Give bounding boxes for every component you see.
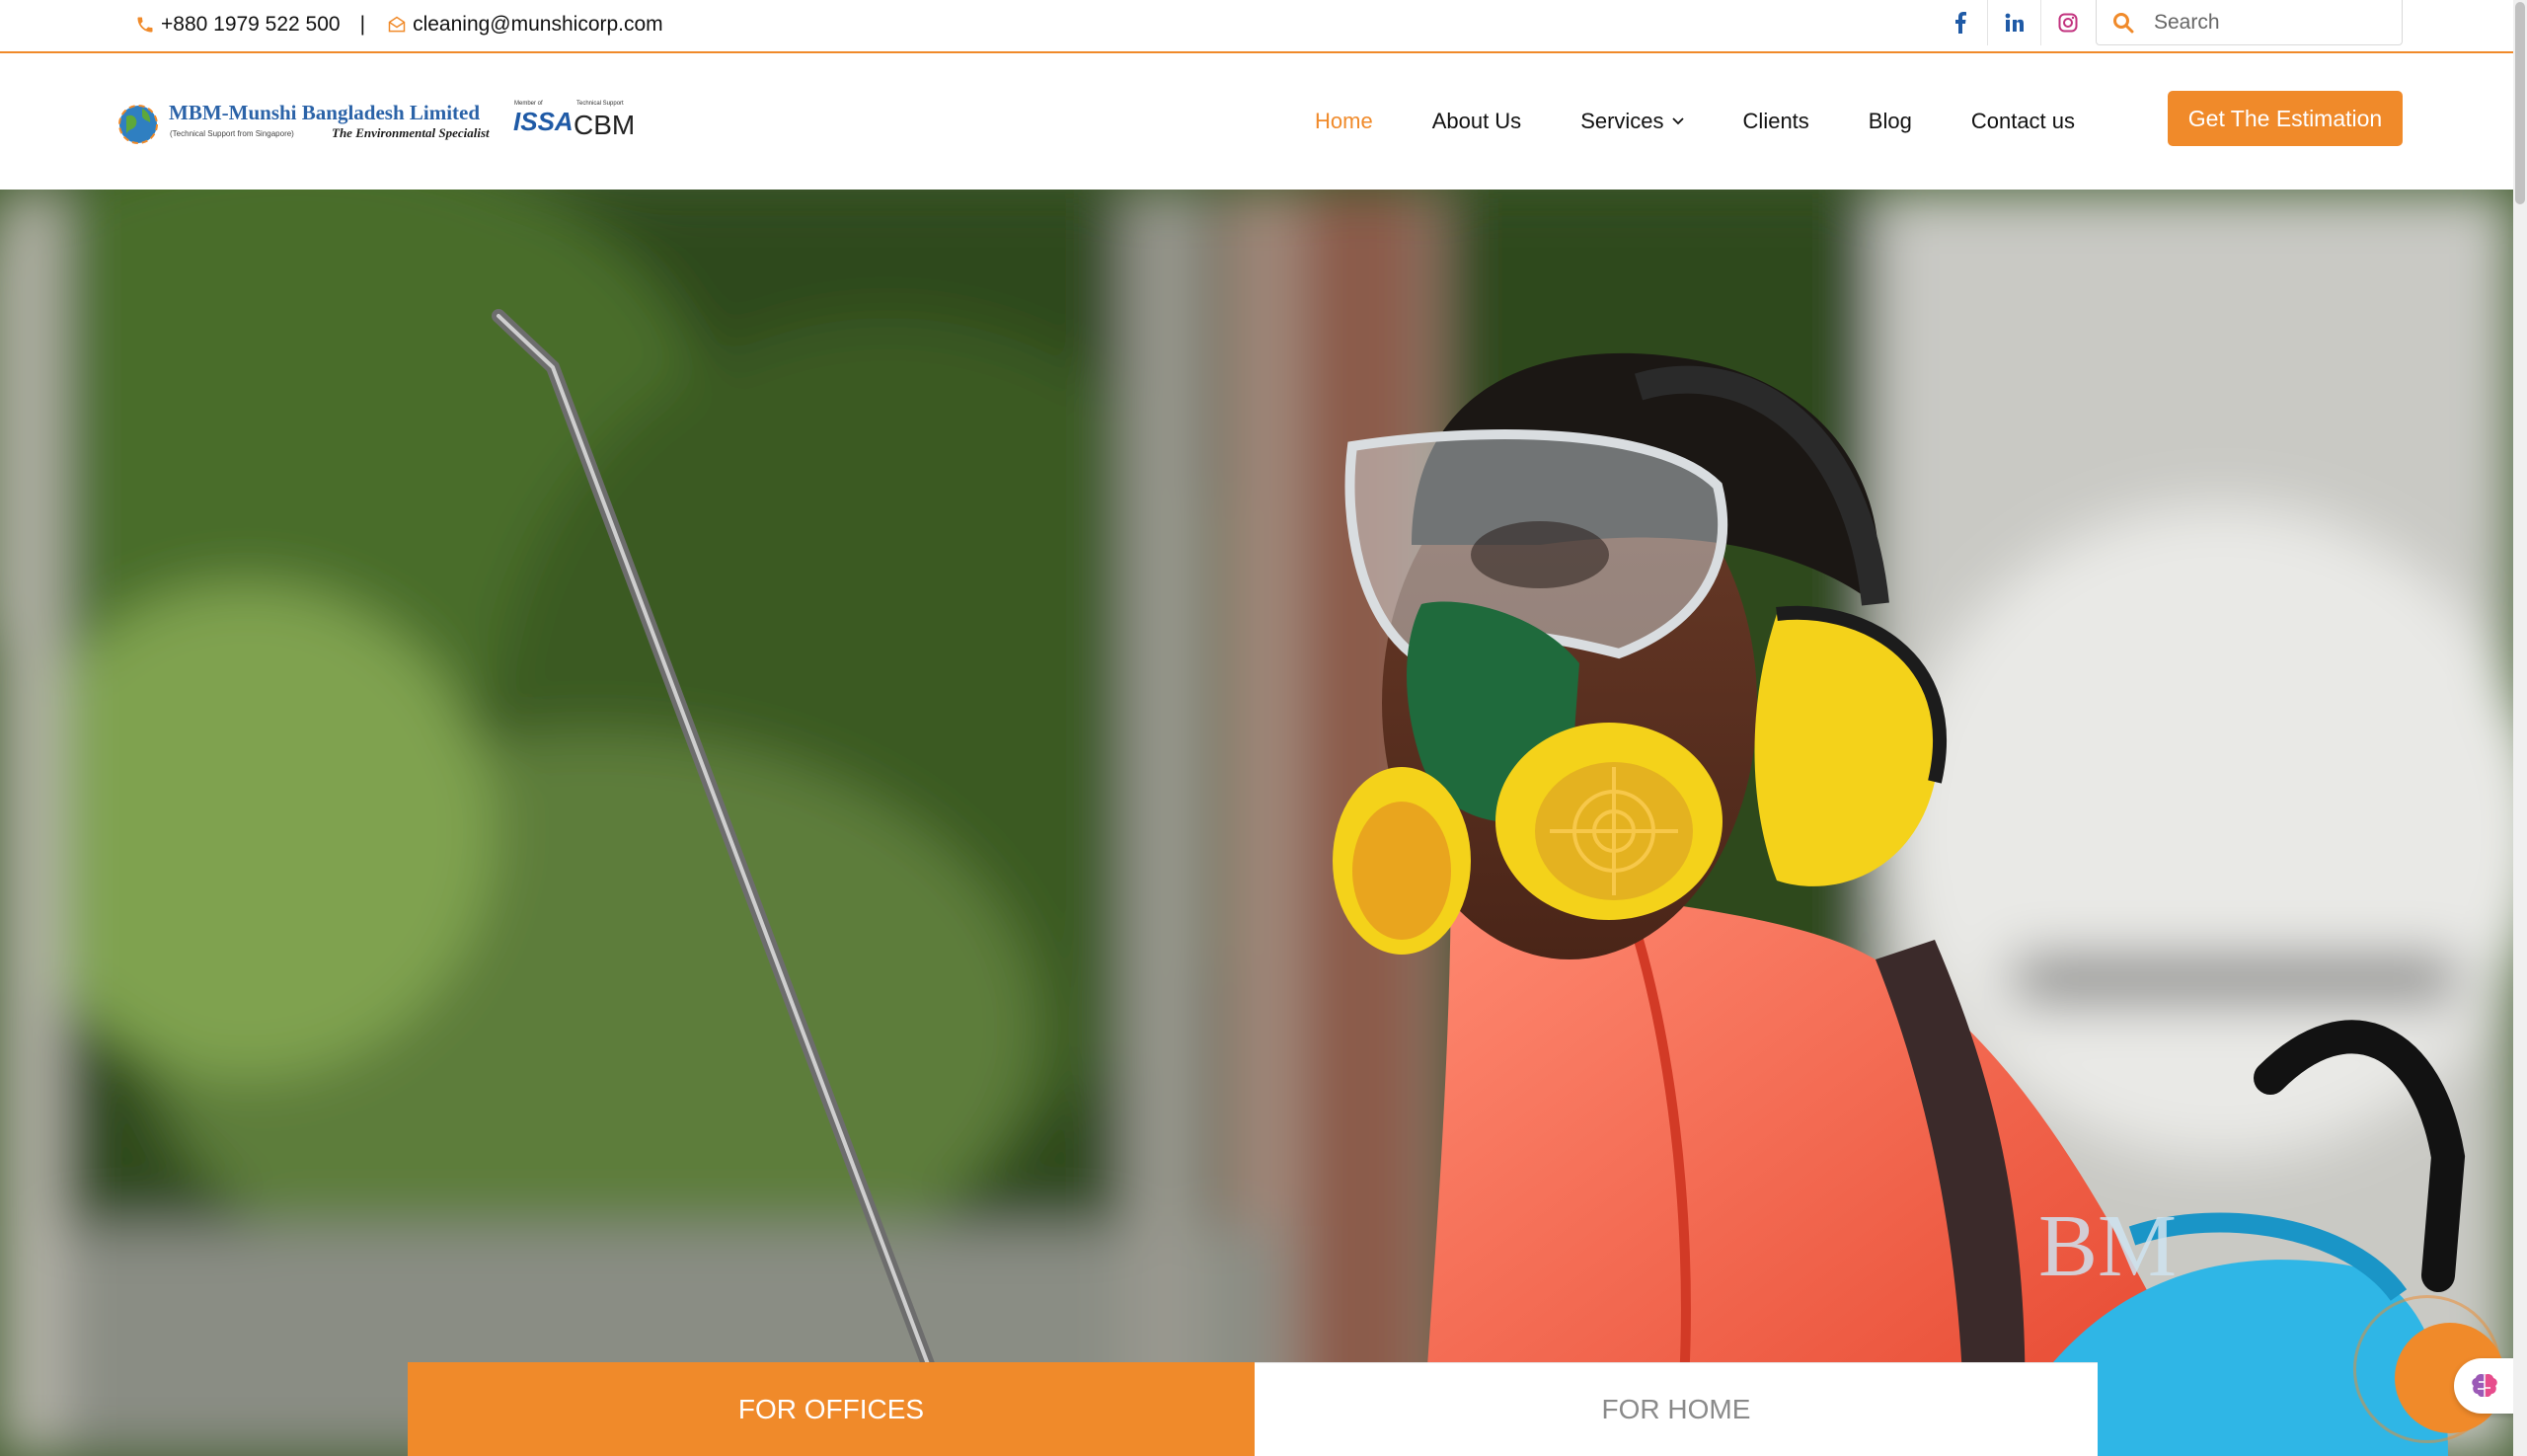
page-scrollbar[interactable] (2513, 0, 2527, 1456)
linkedin-link[interactable] (1987, 0, 2040, 45)
hero-banner: BM (0, 190, 2513, 1456)
contact-separator: | (359, 13, 366, 36)
nav-clients-label: Clients (1742, 109, 1809, 133)
search-icon[interactable] (2112, 12, 2134, 34)
search-box[interactable] (2096, 0, 2403, 45)
main-nav: Home About Us Services Clients Blog Cont… (1315, 53, 2097, 190)
envelope-icon (388, 16, 406, 33)
tab-for-home[interactable]: FOR HOME (1255, 1362, 2098, 1456)
nav-contact-us[interactable]: Contact us (1971, 109, 2075, 134)
cbm-caption: Technical Support (576, 101, 624, 107)
service-tabs: FOR OFFICES FOR HOME (408, 1362, 2098, 1456)
nav-about-us[interactable]: About Us (1432, 109, 1522, 134)
nav-home-label: Home (1315, 109, 1373, 133)
nav-services-label: Services (1580, 109, 1664, 133)
nav-blog-label: Blog (1868, 109, 1912, 133)
logo-tagline: The Environmental Specialist (332, 125, 490, 140)
nav-about-label: About Us (1431, 109, 1522, 133)
svg-text:BM: BM (2038, 1197, 2177, 1295)
scrollbar-thumb[interactable] (2515, 2, 2525, 204)
phone-icon (137, 17, 153, 33)
phone-number[interactable]: +880 1979 522 500 (161, 13, 341, 37)
email-address[interactable]: cleaning@munshicorp.com (413, 13, 663, 37)
social-links (1934, 0, 2094, 49)
nav-blog[interactable]: Blog (1869, 109, 1912, 134)
tab-for-offices[interactable]: FOR OFFICES (408, 1362, 1255, 1456)
contact-info: +880 1979 522 500 | cleaning@munshicorp.… (135, 0, 663, 49)
company-logo[interactable]: MBM-Munshi Bangladesh Limited (Technical… (115, 95, 638, 156)
instagram-icon (2058, 13, 2077, 33)
company-name: MBM-Munshi Bangladesh Limited (169, 101, 480, 124)
get-estimation-button[interactable]: Get The Estimation (2168, 91, 2403, 146)
worker-in-protective-gear-photo: BM (0, 190, 2513, 1456)
facebook-link[interactable] (1934, 0, 1987, 45)
nav-clients[interactable]: Clients (1743, 109, 1809, 134)
nav-home[interactable]: Home (1315, 109, 1373, 134)
cbm-badge: CBM (574, 110, 635, 140)
main-header: MBM-Munshi Bangladesh Limited (Technical… (0, 53, 2513, 190)
nav-contact-label: Contact us (1970, 109, 2076, 133)
chevron-down-icon (1671, 117, 1684, 125)
issa-badge: ISSA (513, 107, 574, 136)
instagram-link[interactable] (2040, 0, 2094, 45)
globe-logo-icon (118, 105, 158, 144)
logo-subtagline: (Technical Support from Singapore) (170, 129, 294, 138)
accessibility-widget-button[interactable] (2454, 1358, 2515, 1414)
search-input[interactable] (2154, 10, 2381, 35)
linkedin-icon (2005, 13, 2024, 32)
nav-services[interactable]: Services (1580, 109, 1684, 134)
top-bar: +880 1979 522 500 | cleaning@munshicorp.… (0, 0, 2513, 53)
facebook-icon (1955, 12, 1966, 34)
brain-icon (2472, 1374, 2497, 1398)
